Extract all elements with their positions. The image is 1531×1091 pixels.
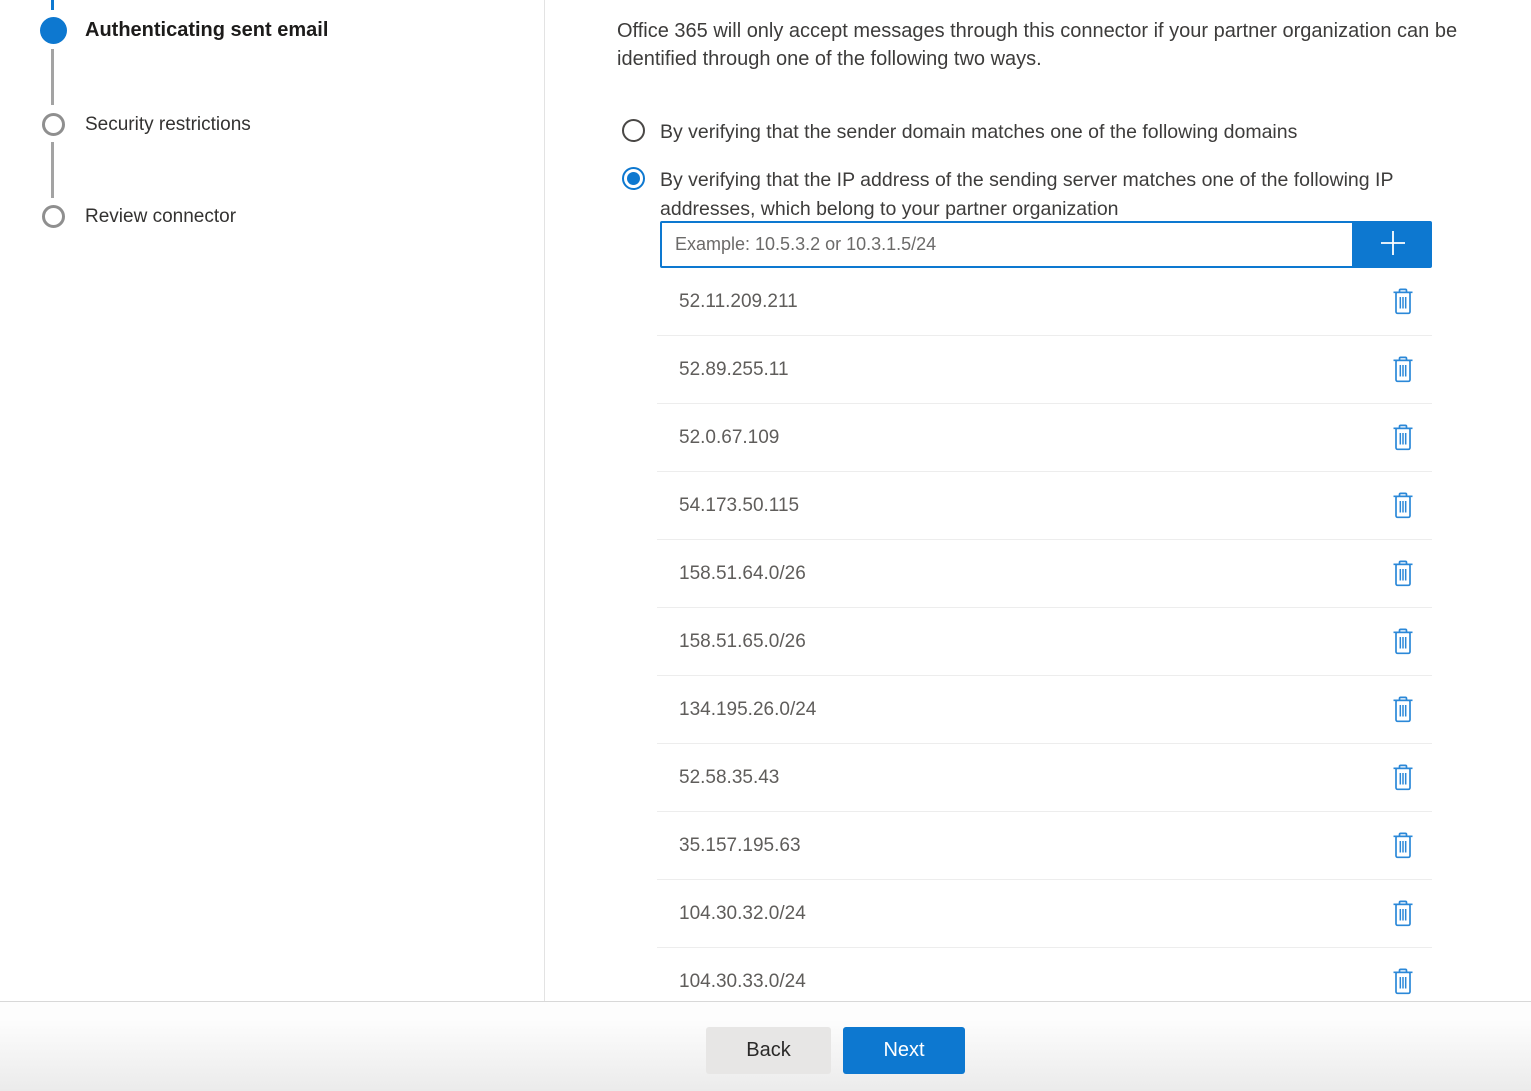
option-ip-address[interactable]: By verifying that the IP address of the … (622, 166, 1482, 223)
step-upcoming-icon (42, 205, 65, 228)
ip-address-text: 52.0.67.109 (679, 427, 779, 449)
option-sender-domain-label[interactable]: By verifying that the sender domain matc… (660, 118, 1297, 147)
trash-icon (1392, 439, 1414, 454)
ip-row: 52.89.255.11 (657, 336, 1432, 404)
radio-selected-icon[interactable] (622, 167, 645, 190)
step-item-security-restrictions[interactable]: Security restrictions (85, 114, 251, 136)
step-connector-line (51, 49, 54, 105)
delete-ip-button[interactable] (1390, 286, 1416, 317)
page-description: Office 365 will only accept messages thr… (617, 17, 1529, 73)
trash-icon (1392, 575, 1414, 590)
ip-address-text: 54.173.50.115 (679, 495, 799, 517)
delete-ip-button[interactable] (1390, 354, 1416, 385)
delete-ip-button[interactable] (1390, 966, 1416, 997)
ip-address-text: 104.30.32.0/24 (679, 903, 806, 925)
wizard-steps-sidebar: Authenticating sent email Security restr… (0, 0, 545, 1001)
step-connector-line (51, 0, 54, 10)
ip-address-input[interactable] (660, 221, 1354, 268)
wizard-footer: Back Next (0, 1001, 1531, 1091)
step-connector-line (51, 142, 54, 198)
ip-row: 54.173.50.115 (657, 472, 1432, 540)
ip-address-text: 104.30.33.0/24 (679, 971, 806, 993)
connector-wizard-page: Authenticating sent email Security restr… (0, 0, 1531, 1091)
option-sender-domain[interactable]: By verifying that the sender domain matc… (622, 118, 1482, 147)
main-content: Office 365 will only accept messages thr… (617, 0, 1531, 1001)
ip-address-text: 158.51.64.0/26 (679, 563, 806, 585)
step-current-icon (40, 17, 67, 44)
delete-ip-button[interactable] (1390, 694, 1416, 725)
delete-ip-button[interactable] (1390, 422, 1416, 453)
trash-icon (1392, 915, 1414, 930)
plus-icon (1377, 227, 1409, 262)
ip-row: 158.51.65.0/26 (657, 608, 1432, 676)
delete-ip-button[interactable] (1390, 830, 1416, 861)
radio-dot (627, 172, 640, 185)
trash-icon (1392, 371, 1414, 386)
ip-address-text: 134.195.26.0/24 (679, 699, 816, 721)
option-ip-address-label[interactable]: By verifying that the IP address of the … (660, 166, 1472, 223)
step-track: Authenticating sent email Security restr… (0, 0, 545, 1001)
ip-address-text: 52.89.255.11 (679, 359, 789, 381)
back-button[interactable]: Back (706, 1027, 831, 1074)
ip-row: 134.195.26.0/24 (657, 676, 1432, 744)
trash-icon (1392, 983, 1414, 998)
ip-row: 52.0.67.109 (657, 404, 1432, 472)
ip-row: 158.51.64.0/26 (657, 540, 1432, 608)
add-ip-button[interactable] (1354, 221, 1432, 268)
ip-row: 52.11.209.211 (657, 268, 1432, 336)
delete-ip-button[interactable] (1390, 626, 1416, 657)
delete-ip-button[interactable] (1390, 558, 1416, 589)
step-item-authenticating-sent-email[interactable]: Authenticating sent email (85, 19, 328, 42)
trash-icon (1392, 711, 1414, 726)
ip-input-row (660, 221, 1432, 268)
next-button[interactable]: Next (843, 1027, 965, 1074)
step-upcoming-icon (42, 113, 65, 136)
trash-icon (1392, 779, 1414, 794)
ip-address-text: 52.11.209.211 (679, 291, 798, 313)
trash-icon (1392, 303, 1414, 318)
trash-icon (1392, 643, 1414, 658)
delete-ip-button[interactable] (1390, 898, 1416, 929)
delete-ip-button[interactable] (1390, 490, 1416, 521)
ip-address-text: 35.157.195.63 (679, 835, 801, 857)
ip-address-list: 52.11.209.211 52.89.255.11 52.0.67.109 54.1… (657, 268, 1432, 1016)
step-item-review-connector[interactable]: Review connector (85, 206, 236, 228)
delete-ip-button[interactable] (1390, 762, 1416, 793)
radio-unselected-icon[interactable] (622, 119, 645, 142)
ip-address-text: 158.51.65.0/26 (679, 631, 806, 653)
ip-row: 52.58.35.43 (657, 744, 1432, 812)
ip-address-text: 52.58.35.43 (679, 767, 779, 789)
ip-row: 104.30.32.0/24 (657, 880, 1432, 948)
ip-row: 35.157.195.63 (657, 812, 1432, 880)
trash-icon (1392, 847, 1414, 862)
trash-icon (1392, 507, 1414, 522)
